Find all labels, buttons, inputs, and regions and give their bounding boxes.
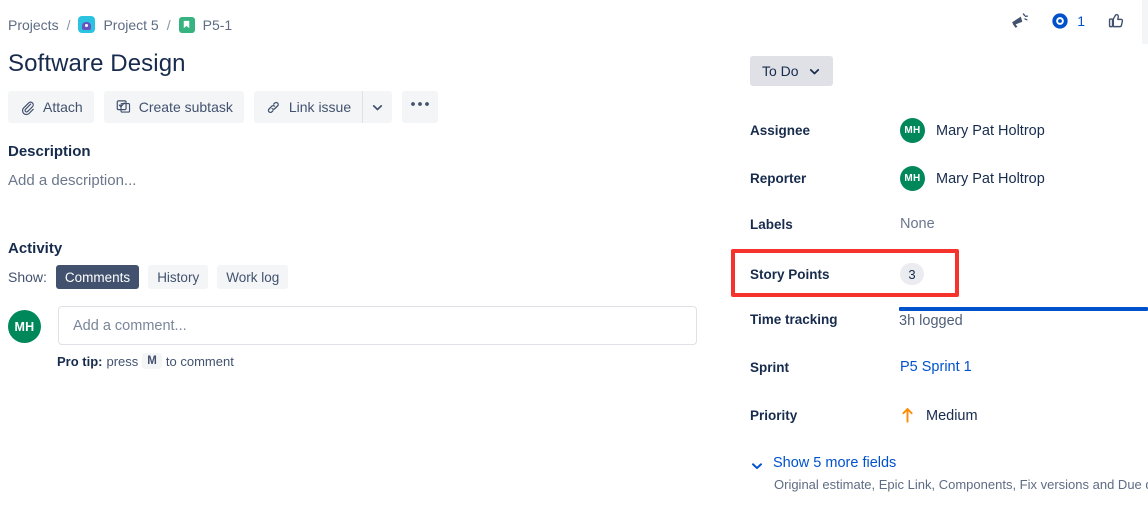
pro-tip-key: M	[142, 353, 162, 369]
ellipsis-icon	[411, 102, 430, 106]
status-label: To Do	[762, 63, 799, 79]
link-issue-group: Link issue	[253, 91, 393, 123]
eye-icon	[1052, 12, 1068, 29]
field-reporter: Reporter MH Mary Pat Holtrop	[750, 166, 1148, 191]
field-story-points: Story Points 3	[750, 263, 1148, 285]
tab-comments[interactable]: Comments	[55, 265, 140, 289]
feedback-button[interactable]	[1009, 10, 1030, 31]
arrow-up-icon	[902, 408, 913, 423]
avatar: MH	[900, 118, 925, 143]
header-actions: 1	[1009, 10, 1126, 31]
sprint-value-link[interactable]: P5 Sprint 1	[900, 359, 972, 375]
chevron-down-icon	[752, 463, 762, 470]
attach-button[interactable]: Attach	[8, 91, 94, 123]
time-tracking-value[interactable]: 3h logged	[899, 313, 963, 329]
story-type-icon	[178, 16, 195, 33]
jira-issue-view: 1 Projects / Project 5 / P5-1 Software D…	[0, 0, 1148, 508]
priority-text: Medium	[926, 407, 978, 424]
time-tracking-label: Time tracking	[750, 312, 838, 327]
status-dropdown[interactable]: To Do	[750, 56, 833, 86]
story-points-label: Story Points	[750, 266, 830, 282]
link-issue-button[interactable]: Link issue	[253, 91, 363, 123]
paperclip-icon	[21, 100, 34, 115]
attach-label: Attach	[43, 99, 83, 115]
chevron-down-icon	[809, 68, 819, 74]
description-heading: Description	[8, 143, 91, 160]
tab-work-log[interactable]: Work log	[217, 265, 289, 289]
status-badge: 3	[900, 263, 924, 285]
more-actions-button[interactable]	[402, 91, 439, 123]
description-placeholder[interactable]: Add a description...	[8, 172, 136, 189]
right-edge-divider	[1142, 0, 1148, 44]
time-tracking-progress-bar	[899, 307, 1148, 311]
priority-label: Priority	[750, 408, 798, 423]
avatar: MH	[900, 166, 925, 191]
assignee-label: Assignee	[750, 123, 811, 138]
field-labels: Labels None	[750, 216, 1148, 232]
page-title: Software Design	[8, 50, 186, 77]
avatar: MH	[8, 310, 41, 343]
breadcrumb: Projects / Project 5 / P5-1	[8, 16, 232, 33]
assignee-name: Mary Pat Holtrop	[936, 122, 1045, 139]
sprint-label: Sprint	[750, 359, 789, 375]
pro-tip-prefix: Pro tip:	[57, 353, 103, 369]
like-button[interactable]	[1105, 10, 1126, 31]
add-comment-row: MH	[8, 306, 697, 345]
show-more-fields-link[interactable]: Show 5 more fields	[773, 455, 896, 471]
labels-value[interactable]: None	[900, 216, 935, 232]
breadcrumb-separator-2: /	[166, 16, 171, 33]
link-issue-dropdown-button[interactable]	[362, 91, 393, 123]
show-more-fields-subtext: Original estimate, Epic Link, Components…	[774, 477, 1148, 492]
pro-tip-suffix: to comment	[165, 353, 234, 369]
watch-button[interactable]: 1	[1050, 11, 1085, 31]
activity-filter-row: Show: Comments History Work log	[8, 265, 289, 289]
show-more-fields-row[interactable]: Show 5 more fields	[750, 455, 896, 473]
field-sprint: Sprint P5 Sprint 1	[750, 359, 1148, 375]
link-issue-label: Link issue	[288, 99, 352, 115]
bookmark-glyph-icon	[183, 20, 190, 29]
create-subtask-label: Create subtask	[138, 99, 233, 115]
subtask-icon	[116, 99, 130, 113]
tab-history[interactable]: History	[148, 265, 209, 289]
labels-label: Labels	[750, 216, 793, 232]
pro-tip-press: press	[106, 353, 139, 369]
megaphone-icon	[1012, 13, 1029, 28]
breadcrumb-separator: /	[66, 16, 71, 33]
comment-input[interactable]	[58, 306, 697, 345]
pro-tip: Pro tip: press M to comment	[57, 353, 234, 369]
assignee-value[interactable]: MH Mary Pat Holtrop	[900, 118, 1045, 143]
chain-link-icon	[267, 101, 279, 113]
breadcrumb-projects-link[interactable]: Projects	[8, 17, 59, 33]
breadcrumb-project-link[interactable]: Project 5	[103, 17, 158, 33]
project-avatar-icon	[78, 16, 96, 33]
story-points-value[interactable]: 3	[900, 263, 924, 285]
chevron-down-icon	[373, 104, 383, 110]
reporter-name: Mary Pat Holtrop	[936, 170, 1045, 187]
breadcrumb-issue-link[interactable]: P5-1	[203, 17, 233, 33]
reporter-label: Reporter	[750, 171, 807, 186]
priority-value[interactable]: Medium	[900, 407, 978, 424]
create-subtask-button[interactable]: Create subtask	[103, 91, 244, 123]
field-assignee: Assignee MH Mary Pat Holtrop	[750, 118, 1148, 143]
show-label: Show:	[8, 269, 47, 285]
reporter-value[interactable]: MH Mary Pat Holtrop	[900, 166, 1045, 191]
watch-count: 1	[1077, 12, 1085, 29]
thumbs-up-icon	[1108, 13, 1124, 28]
issue-actions-toolbar: Attach Create subtask Link issue	[8, 91, 439, 123]
field-priority: Priority Medium	[750, 407, 1148, 424]
activity-heading: Activity	[8, 240, 63, 257]
